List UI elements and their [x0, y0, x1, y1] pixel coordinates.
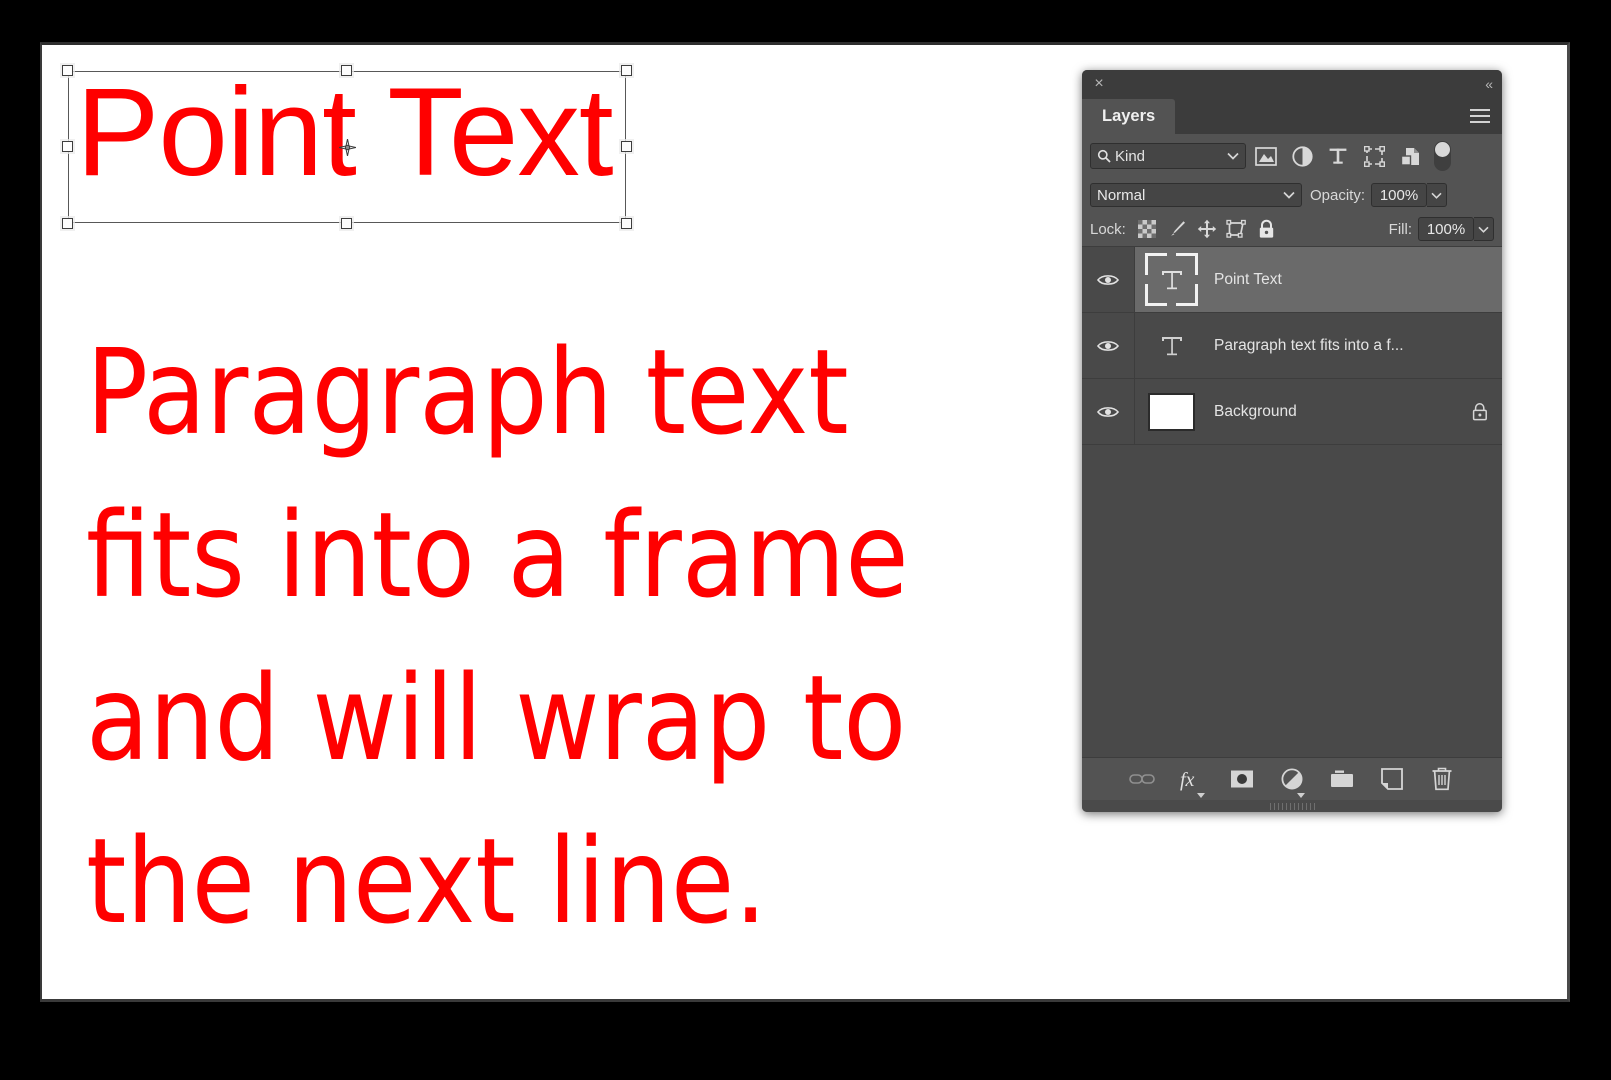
- table-row[interactable]: Paragraph text fits into a f...: [1082, 313, 1502, 379]
- transform-handle-top-left[interactable]: [62, 65, 73, 76]
- lock-icon: [1472, 403, 1487, 421]
- panel-tab-strip: Layers: [1082, 99, 1502, 134]
- chevron-down-icon: [1227, 152, 1239, 160]
- layer-visibility-toggle[interactable]: [1082, 247, 1135, 312]
- paragraph-line: and will wrap to: [86, 649, 907, 787]
- lock-all-icon[interactable]: [1252, 216, 1282, 242]
- pixel-layer-filter-icon[interactable]: [1250, 142, 1282, 170]
- smart-object-filter-icon[interactable]: [1394, 142, 1426, 170]
- panel-titlebar: × «: [1082, 70, 1502, 99]
- transform-handle-top-right[interactable]: [621, 65, 632, 76]
- transform-handle-top-center[interactable]: [341, 65, 352, 76]
- layer-thumbnail-type[interactable]: [1145, 319, 1198, 372]
- filter-kind-select[interactable]: Kind: [1090, 143, 1246, 169]
- search-icon: [1097, 149, 1111, 163]
- layer-name[interactable]: Background: [1214, 403, 1297, 421]
- svg-text:fx: fx: [1180, 769, 1195, 791]
- new-layer-icon[interactable]: [1378, 765, 1406, 793]
- panel-bottom-toolbar: fx: [1082, 757, 1502, 800]
- blend-mode-value: Normal: [1097, 186, 1146, 204]
- chevron-down-icon: [1283, 191, 1295, 199]
- thumbnail-selection-bracket: [1145, 284, 1167, 306]
- background-thumbnail-swatch: [1148, 392, 1195, 431]
- layers-panel[interactable]: × « Layers Kind Normal Opacity: 100% Loc…: [1082, 70, 1502, 812]
- tab-layers[interactable]: Layers: [1082, 99, 1176, 134]
- lock-row: Lock: Fill: 100%: [1082, 212, 1502, 247]
- new-group-icon[interactable]: [1328, 765, 1356, 793]
- layer-locked-indicator: [1472, 402, 1488, 421]
- adjustment-layer-filter-icon[interactable]: [1286, 142, 1318, 170]
- transform-reference-point-icon[interactable]: [338, 138, 356, 156]
- transform-handle-middle-left[interactable]: [62, 141, 73, 152]
- layer-name[interactable]: Paragraph text fits into a f...: [1214, 337, 1404, 355]
- opacity-label: Opacity:: [1310, 186, 1366, 204]
- layer-style-fx-icon[interactable]: fx: [1178, 765, 1206, 798]
- type-layer-icon: [1161, 336, 1182, 355]
- layer-row-body[interactable]: Point Text: [1135, 247, 1502, 312]
- layer-row-body[interactable]: Paragraph text fits into a f...: [1135, 313, 1502, 378]
- opacity-input[interactable]: 100%: [1371, 183, 1428, 207]
- table-row[interactable]: Background: [1082, 379, 1502, 445]
- paragraph-text-layer-content[interactable]: Paragraph text fits into a frame and wil…: [86, 311, 998, 963]
- new-adjustment-layer-icon[interactable]: [1278, 765, 1306, 798]
- point-text-transform-group[interactable]: Point Text: [62, 63, 632, 229]
- lock-label: Lock:: [1090, 220, 1126, 238]
- paragraph-line: fits into a frame: [86, 486, 909, 624]
- opacity-stepper[interactable]: [1427, 183, 1448, 207]
- layer-filter-row: Kind: [1082, 134, 1502, 178]
- lock-transparent-pixels-icon[interactable]: [1132, 216, 1162, 242]
- layer-list[interactable]: Point Text Paragraph text fits into a f.…: [1082, 247, 1502, 757]
- transform-handle-bottom-right[interactable]: [621, 218, 632, 229]
- panel-resize-grip[interactable]: [1082, 800, 1502, 812]
- dropdown-caret-icon: [1197, 793, 1205, 798]
- fill-label: Fill:: [1388, 220, 1412, 238]
- layer-thumbnail-white[interactable]: [1145, 385, 1198, 438]
- dropdown-caret-icon: [1297, 793, 1305, 798]
- layer-thumbnail-type[interactable]: [1145, 253, 1198, 306]
- thumbnail-selection-bracket: [1145, 253, 1167, 275]
- lock-position-icon[interactable]: [1192, 216, 1222, 242]
- type-layer-filter-icon[interactable]: [1322, 142, 1354, 170]
- collapse-panel-icon[interactable]: «: [1485, 75, 1493, 93]
- layer-visibility-toggle[interactable]: [1082, 313, 1135, 378]
- delete-layer-icon[interactable]: [1428, 765, 1456, 793]
- blend-mode-select[interactable]: Normal: [1090, 183, 1302, 207]
- paragraph-line: Paragraph text: [86, 323, 849, 461]
- filter-kind-label: Kind: [1115, 147, 1146, 165]
- lock-artboard-nesting-icon[interactable]: [1222, 216, 1252, 242]
- fill-input[interactable]: 100%: [1418, 217, 1474, 241]
- fill-stepper[interactable]: [1474, 217, 1494, 241]
- blend-mode-row: Normal Opacity: 100%: [1082, 178, 1502, 212]
- paragraph-line: the next line.: [86, 812, 767, 950]
- shape-layer-filter-icon[interactable]: [1358, 142, 1390, 170]
- thumbnail-selection-bracket: [1176, 284, 1198, 306]
- layer-row-body[interactable]: Background: [1135, 379, 1502, 444]
- lock-image-pixels-icon[interactable]: [1162, 216, 1192, 242]
- point-text-layer-content[interactable]: Point Text: [76, 57, 614, 209]
- transform-handle-bottom-left[interactable]: [62, 218, 73, 229]
- screenshot-root: Point Text Paragraph text fits into a fr…: [0, 0, 1611, 1080]
- transform-handle-bottom-center[interactable]: [341, 218, 352, 229]
- filter-enable-toggle[interactable]: [1434, 141, 1451, 171]
- layer-visibility-toggle[interactable]: [1082, 379, 1135, 444]
- close-icon[interactable]: ×: [1091, 76, 1107, 92]
- layer-name[interactable]: Point Text: [1214, 271, 1282, 289]
- table-row[interactable]: Point Text: [1082, 247, 1502, 313]
- thumbnail-selection-bracket: [1176, 253, 1198, 275]
- hamburger-menu-icon[interactable]: [1470, 109, 1490, 123]
- transform-handle-middle-right[interactable]: [621, 141, 632, 152]
- link-layers-icon[interactable]: [1128, 765, 1156, 793]
- add-layer-mask-icon[interactable]: [1228, 765, 1256, 793]
